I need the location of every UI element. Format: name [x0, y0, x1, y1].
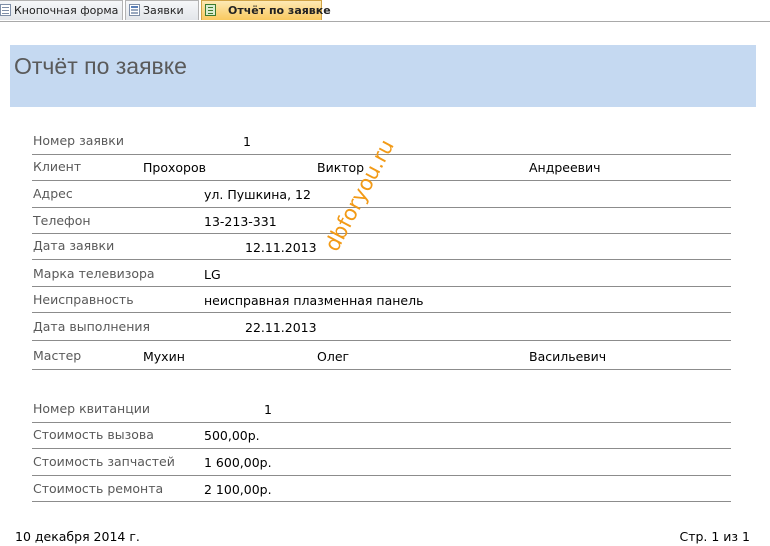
- address-value: ул. Пушкина, 12: [204, 187, 311, 202]
- receipt-number-value: 1: [264, 402, 272, 417]
- divider: [32, 448, 731, 449]
- document-tab-bar: Кнопочная форма Заявки Отчёт по заявке: [0, 0, 770, 22]
- master-label: Мастер: [33, 348, 82, 363]
- report-header: Отчёт по заявке: [10, 45, 756, 107]
- tab-order-report[interactable]: Отчёт по заявке: [201, 0, 331, 20]
- completion-date-label: Дата выполнения: [33, 319, 151, 334]
- order-date-value: 12.11.2013: [245, 240, 317, 255]
- divider: [32, 207, 731, 208]
- tab-label: Кнопочная форма: [14, 4, 119, 17]
- client-last-name: Прохоров: [143, 160, 206, 175]
- master-first-name: Олег: [317, 349, 350, 364]
- tv-brand-label: Марка телевизора: [33, 266, 155, 281]
- completion-date-value: 22.11.2013: [245, 320, 317, 335]
- form-icon: [0, 4, 11, 16]
- address-label: Адрес: [33, 186, 73, 201]
- tab-switchboard-form[interactable]: Кнопочная форма: [0, 0, 123, 20]
- client-middle-name: Андреевич: [529, 160, 601, 175]
- parts-cost-value: 1 600,00р.: [204, 455, 272, 470]
- report-date: 10 декабря 2014 г.: [15, 529, 140, 544]
- phone-value: 13-213-331: [204, 214, 277, 229]
- receipt-number-label: Номер квитанции: [33, 401, 150, 416]
- tab-label: Отчёт по заявке: [228, 4, 331, 17]
- divider: [32, 180, 731, 181]
- repair-cost-value: 2 100,00р.: [204, 482, 272, 497]
- divider: [32, 259, 731, 260]
- order-date-label: Дата заявки: [33, 238, 115, 253]
- divider: [32, 369, 731, 370]
- parts-cost-label: Стоимость запчастей: [33, 454, 175, 469]
- order-number-value: 1: [243, 134, 251, 149]
- divider: [32, 233, 731, 234]
- divider: [32, 422, 731, 423]
- tv-brand-value: LG: [204, 267, 221, 282]
- call-cost-value: 500,00р.: [204, 428, 260, 443]
- divider: [32, 340, 731, 341]
- divider: [32, 312, 731, 313]
- tab-orders[interactable]: Заявки: [125, 0, 199, 20]
- order-number-label: Номер заявки: [33, 133, 124, 148]
- repair-cost-label: Стоимость ремонта: [33, 481, 164, 496]
- report-title: Отчёт по заявке: [14, 53, 187, 79]
- master-last-name: Мухин: [143, 349, 185, 364]
- divider: [32, 475, 731, 476]
- fault-label: Неисправность: [33, 292, 134, 307]
- divider: [32, 501, 731, 502]
- tab-label: Заявки: [143, 4, 184, 17]
- phone-label: Телефон: [33, 213, 91, 228]
- master-middle-name: Васильевич: [529, 349, 607, 364]
- client-label: Клиент: [33, 159, 82, 174]
- fault-value: неисправная плазменная панель: [204, 293, 424, 308]
- call-cost-label: Стоимость вызова: [33, 427, 154, 442]
- report-icon: [205, 4, 216, 16]
- divider: [32, 286, 731, 287]
- table-icon: [129, 4, 140, 16]
- page-number: Стр. 1 из 1: [679, 529, 750, 544]
